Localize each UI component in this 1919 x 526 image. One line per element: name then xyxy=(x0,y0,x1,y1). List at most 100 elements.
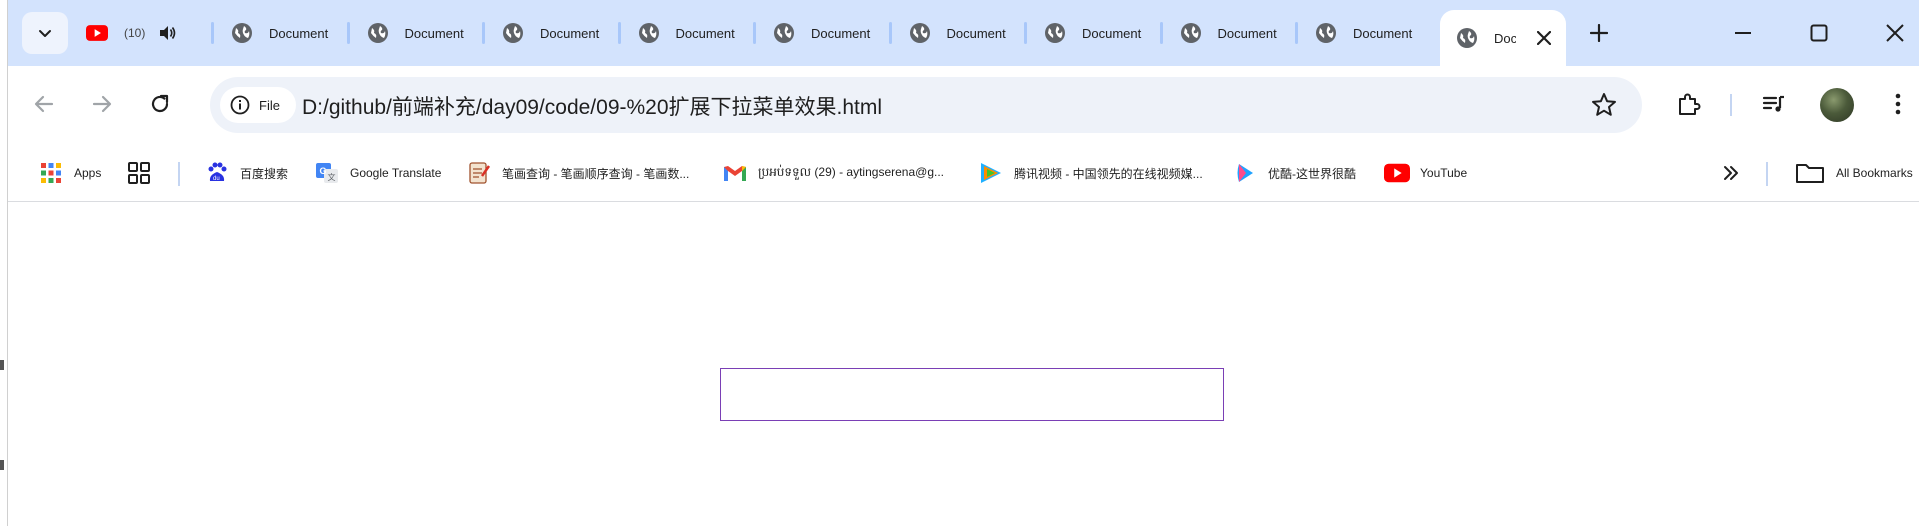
bookmark-label: Google Translate xyxy=(350,166,442,180)
bookmark-youtube[interactable]: YouTube xyxy=(1384,155,1467,191)
minimize-button[interactable] xyxy=(1728,18,1758,48)
chevron-down-icon xyxy=(39,30,51,37)
tab-document[interactable]: Document xyxy=(617,14,752,52)
tab-separator xyxy=(482,22,485,44)
info-icon xyxy=(230,95,250,115)
close-icon xyxy=(1886,24,1904,42)
all-bookmarks-button[interactable]: All Bookmarks xyxy=(1794,155,1913,191)
youku-icon xyxy=(1232,160,1258,186)
tab-search-button[interactable] xyxy=(22,12,68,54)
bookmark-label: 百度搜索 xyxy=(240,166,289,181)
toolbar: File D:/github/前端补充/day09/code/09-%20扩展下… xyxy=(8,66,1919,144)
tencent-video-icon xyxy=(978,160,1004,186)
playlist-music-icon xyxy=(1762,95,1784,112)
toolbar-separator xyxy=(1730,94,1732,116)
tab-document[interactable]: Document xyxy=(1159,14,1294,52)
bookmark-tab-groups[interactable] xyxy=(126,155,162,191)
tab-title: Document xyxy=(1082,25,1142,41)
more-vertical-icon xyxy=(1895,93,1901,115)
avatar[interactable] xyxy=(1820,88,1854,122)
bookmark-separator xyxy=(1766,162,1768,186)
tab-title: Document xyxy=(404,25,464,41)
speaker-icon[interactable] xyxy=(157,22,179,44)
bookmark-label: Apps xyxy=(74,166,102,180)
tab-strip: (10) Document Document Document Document Doc… xyxy=(8,0,1919,66)
tab-separator xyxy=(1159,22,1163,44)
bookmark-stroke-query[interactable]: 笔画查询 - 笔画顺序查询 - 笔画数... xyxy=(466,155,689,191)
file-label: File xyxy=(259,97,280,113)
edge-mark xyxy=(0,360,4,370)
maximize-icon xyxy=(1810,24,1828,42)
tab-document[interactable]: Document xyxy=(753,14,887,52)
grid-icon xyxy=(126,160,152,186)
tab-separator xyxy=(1295,22,1298,44)
reload-icon xyxy=(151,94,169,113)
close-icon[interactable] xyxy=(1534,28,1554,48)
bookmarks-bar: Apps du 百度搜索 G文 Google Translate 笔画查询 - … xyxy=(8,144,1919,202)
globe-icon xyxy=(502,22,524,44)
tab-document[interactable]: Document xyxy=(1295,14,1429,52)
bookmark-label: 笔画查询 - 笔画顺序查询 - 笔画数... xyxy=(502,166,690,181)
globe-icon xyxy=(367,22,389,44)
star-icon[interactable] xyxy=(1590,91,1618,119)
puzzle-icon xyxy=(1679,93,1701,115)
menu-button[interactable] xyxy=(1880,86,1916,122)
globe-icon xyxy=(231,22,253,44)
tab-separator xyxy=(617,22,621,44)
desktop-edge xyxy=(0,0,8,526)
address-bar[interactable]: File D:/github/前端补充/day09/code/09-%20扩展下… xyxy=(210,77,1642,133)
bookmark-label: YouTube xyxy=(1420,166,1468,180)
bookmark-google-translate[interactable]: G文 Google Translate xyxy=(314,155,441,191)
maximize-button[interactable] xyxy=(1804,18,1834,48)
plus-icon xyxy=(1590,24,1608,42)
bookmark-label: 腾讯视频 - 中国领先的在线视频媒... xyxy=(1014,166,1203,181)
tab-document[interactable]: Document xyxy=(482,14,616,52)
tab-title: Document xyxy=(540,25,600,41)
tab-separator xyxy=(346,22,350,44)
forward-button[interactable] xyxy=(84,86,120,122)
tab-active[interactable]: Document xyxy=(1440,10,1566,66)
tab-separator xyxy=(753,22,756,44)
url-text[interactable]: D:/github/前端补充/day09/code/09-%20扩展下拉菜单效果… xyxy=(302,91,882,121)
back-button[interactable] xyxy=(26,86,62,122)
dropdown-menu-box[interactable] xyxy=(720,368,1224,421)
minimize-icon xyxy=(1735,32,1751,34)
bookmark-label: ប្រអប់ទទួល (29) - aytingserena@g... xyxy=(758,165,944,179)
extensions-button[interactable] xyxy=(1670,86,1706,122)
globe-icon xyxy=(909,22,931,44)
bookmark-gmail[interactable]: ប្រអប់ទទួល (29) - aytingserena@g... xyxy=(722,155,944,191)
new-tab-button[interactable] xyxy=(1584,18,1614,48)
svg-text:G: G xyxy=(320,166,327,176)
tab-document[interactable]: Document xyxy=(1024,14,1158,52)
tab-youtube[interactable]: (10) xyxy=(68,14,204,52)
browser-window: (10) Document Document Document Document Doc… xyxy=(0,0,1919,526)
arrow-right-icon xyxy=(92,95,112,113)
tab-title: Document xyxy=(1353,25,1413,41)
tab-title: Document xyxy=(811,25,871,41)
globe-icon xyxy=(1180,22,1202,44)
bookmarks-overflow-button[interactable] xyxy=(1718,155,1754,191)
bookmark-youku[interactable]: 优酷-这世界很酷 xyxy=(1232,155,1356,191)
youtube-icon xyxy=(86,22,108,44)
media-controls-button[interactable] xyxy=(1756,86,1792,122)
tab-title: Document xyxy=(1494,30,1516,46)
site-info-chip[interactable]: File xyxy=(220,87,296,123)
baidu-icon: du xyxy=(204,160,230,186)
close-window-button[interactable] xyxy=(1880,18,1910,48)
double-chevron-right-icon xyxy=(1718,160,1744,186)
tab-document[interactable]: Document xyxy=(888,14,1023,52)
tab-document[interactable]: Document xyxy=(211,14,345,52)
notepad-icon xyxy=(466,160,492,186)
tab-title: Document xyxy=(269,25,329,41)
bookmark-label: 优酷-这世界很酷 xyxy=(1268,166,1356,181)
tab-title: (10) xyxy=(124,26,146,40)
bookmark-apps[interactable]: Apps xyxy=(38,155,101,191)
bookmark-tencent-video[interactable]: 腾讯视频 - 中国领先的在线视频媒... xyxy=(978,155,1203,191)
tab-separator xyxy=(1024,22,1027,44)
globe-icon xyxy=(1044,22,1066,44)
bookmark-baidu[interactable]: du 百度搜索 xyxy=(204,155,288,191)
globe-icon xyxy=(638,22,660,44)
globe-icon xyxy=(1456,27,1478,49)
tab-document[interactable]: Document xyxy=(346,14,481,52)
reload-button[interactable] xyxy=(142,86,178,122)
